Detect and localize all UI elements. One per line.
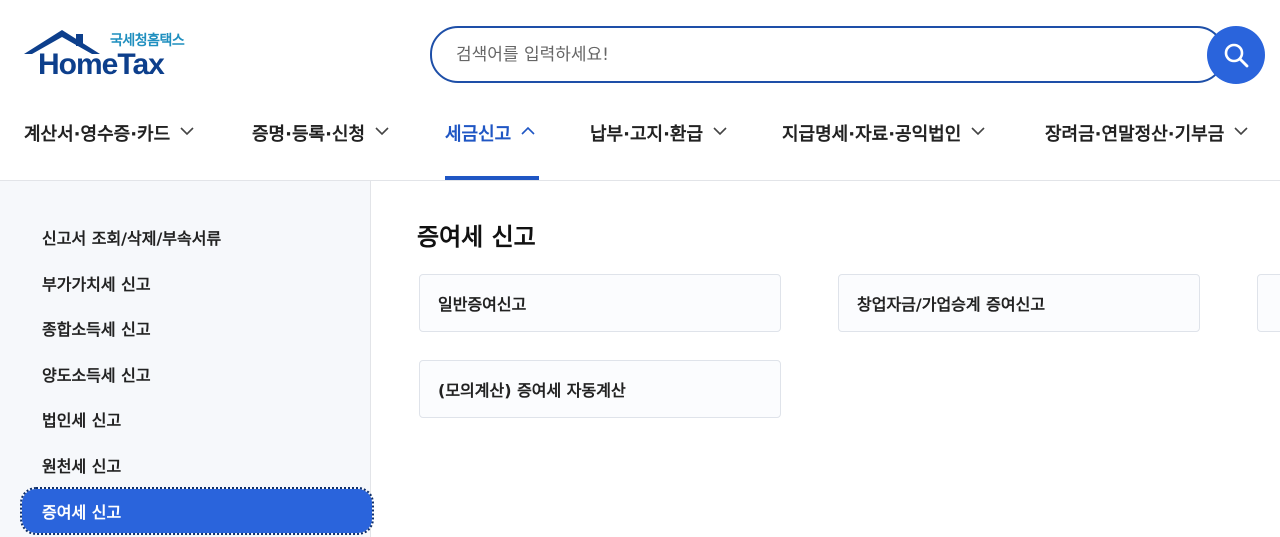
gnb-item-label: 계산서·영수증·카드 <box>24 124 171 145</box>
gnb-item-payment[interactable]: 납부·고지·환급 <box>590 108 727 180</box>
card-label: (모의계산) 증여세 자동계산 <box>438 381 626 400</box>
search-button[interactable] <box>1207 26 1265 84</box>
chevron-down-icon <box>180 127 194 136</box>
sidebar-item-withholding[interactable]: 원천세 신고 <box>22 443 372 487</box>
chevron-down-icon <box>713 127 727 136</box>
sidebar: 신고서 조회/삭제/부속서류 부가가치세 신고 종합소득세 신고 양도소득세 신… <box>0 181 374 537</box>
logo-korean-text: 국세청홈택스 <box>110 33 185 49</box>
sidebar-item-label: 부가가치세 신고 <box>42 275 151 294</box>
card-startup-succession-gift-return[interactable]: 창업자금/가업승계 증여신고 <box>838 274 1200 332</box>
gnb-item-label: 증명·등록·신청 <box>252 124 366 145</box>
search-box <box>430 26 1225 83</box>
sidebar-item-return-lookup[interactable]: 신고서 조회/삭제/부속서류 <box>22 215 372 259</box>
gnb-item-label: 납부·고지·환급 <box>590 124 704 145</box>
gnb-item-certificates[interactable]: 증명·등록·신청 <box>252 108 389 180</box>
card-label: 일반증여신고 <box>438 295 527 314</box>
hometax-logo[interactable]: 국세청홈택스 HomeTax <box>24 28 199 84</box>
card-general-gift-return[interactable]: 일반증여신고 <box>419 274 781 332</box>
sidebar-item-label: 증여세 신고 <box>42 503 122 522</box>
page-title: 증여세 신고 <box>417 223 536 251</box>
card-label: 창업자금/가업승계 증여신고 <box>857 295 1046 314</box>
sidebar-item-corporate-tax[interactable]: 법인세 신고 <box>22 397 372 441</box>
gnb-item-tax-filing[interactable]: 세금신고 <box>445 108 535 180</box>
main-content: 증여세 신고 일반증여신고 창업자금/가업승계 증여신고 (모의계산) 증여세 … <box>372 181 1280 537</box>
sidebar-item-label: 종합소득세 신고 <box>42 320 151 339</box>
global-nav: 계산서·영수증·카드 증명·등록·신청 세금신고 납부·고지·환급 지급명세·자… <box>0 108 1280 180</box>
card-gift-tax-simulator[interactable]: (모의계산) 증여세 자동계산 <box>419 360 781 418</box>
chevron-down-icon <box>1234 127 1248 136</box>
gnb-item-label: 장려금·연말정산·기부금 <box>1045 124 1225 145</box>
site-header: 국세청홈택스 HomeTax 계산서·영수증·카드 증명·등록·신청 세금신고 … <box>0 0 1280 180</box>
gnb-item-label: 세금신고 <box>445 124 512 145</box>
sidebar-item-vat[interactable]: 부가가치세 신고 <box>22 261 372 305</box>
sidebar-item-label: 신고서 조회/삭제/부속서류 <box>42 229 222 248</box>
sidebar-item-label: 법인세 신고 <box>42 411 122 430</box>
sidebar-item-label: 양도소득세 신고 <box>42 366 151 385</box>
gnb-item-incentives[interactable]: 장려금·연말정산·기부금 <box>1045 108 1248 180</box>
sidebar-item-capital-gains[interactable]: 양도소득세 신고 <box>22 352 372 396</box>
sidebar-item-label: 원천세 신고 <box>42 457 122 476</box>
chevron-down-icon <box>375 127 389 136</box>
gnb-item-payment-statements[interactable]: 지급명세·자료·공익법인 <box>782 108 985 180</box>
sidebar-item-income-tax[interactable]: 종합소득세 신고 <box>22 306 372 350</box>
card-partial-offscreen[interactable] <box>1257 274 1280 332</box>
gnb-item-label: 지급명세·자료·공익법인 <box>782 124 962 145</box>
sidebar-item-gift-tax[interactable]: 증여세 신고 <box>20 487 374 535</box>
chevron-up-icon <box>521 126 535 135</box>
logo-english-text: HomeTax <box>38 48 165 81</box>
search-input[interactable] <box>456 42 1156 68</box>
chevron-down-icon <box>971 127 985 136</box>
search-icon <box>1224 43 1249 68</box>
gnb-item-receipts[interactable]: 계산서·영수증·카드 <box>24 108 194 180</box>
